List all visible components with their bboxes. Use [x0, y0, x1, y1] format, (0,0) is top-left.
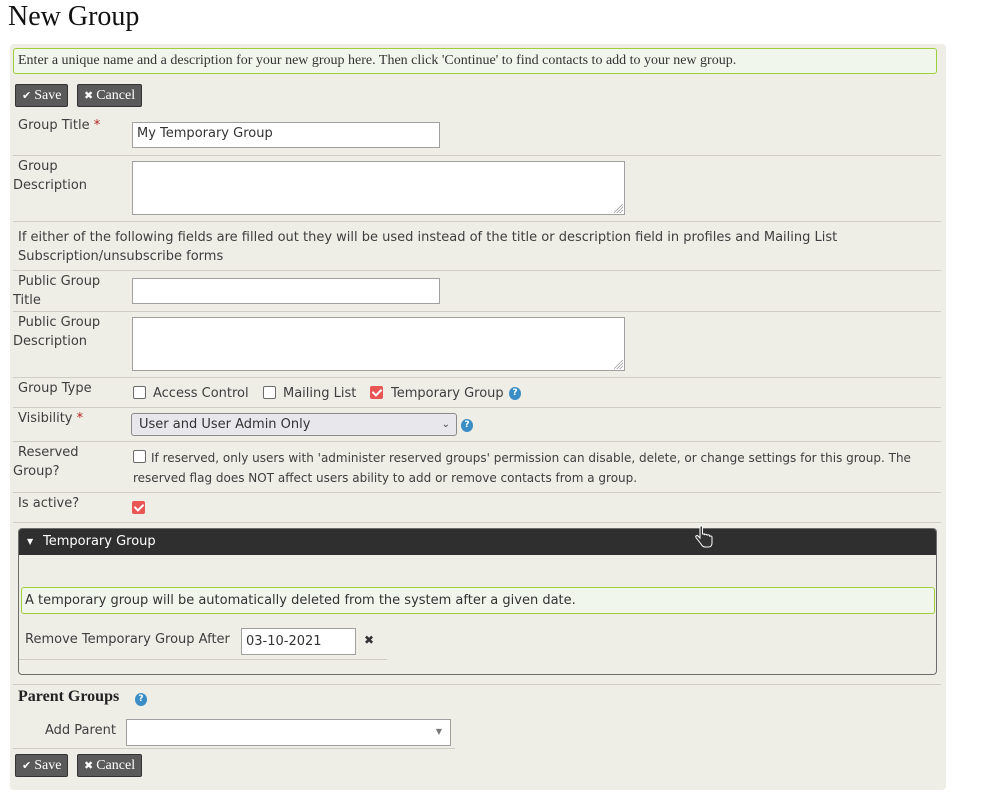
group-title-input[interactable]: My Temporary Group	[132, 122, 440, 148]
temporary-group-checkbox[interactable]	[370, 386, 383, 399]
public-description-label-1: Public Group	[18, 315, 101, 330]
public-fields-note: If either of the following fields are fi…	[18, 230, 838, 264]
remove-after-label: Remove Temporary Group After	[25, 632, 230, 647]
reserved-description-2: reserved flag does NOT affect users abil…	[133, 471, 638, 485]
reserved-description-1: If reserved, only users with 'administer…	[151, 451, 911, 465]
times-icon: ✖	[84, 759, 94, 772]
add-parent-select[interactable]: ▼	[126, 719, 451, 746]
reserved-checkbox[interactable]	[133, 450, 146, 463]
group-description-label-2: Description	[13, 178, 88, 193]
public-title-label-1: Public Group	[18, 274, 101, 289]
visibility-label: Visibility *	[18, 411, 84, 426]
remove-after-date-input[interactable]: 03-10-2021	[241, 628, 356, 655]
save-button[interactable]: ✔ Save	[15, 84, 69, 107]
help-icon[interactable]: ?	[509, 387, 521, 400]
divider	[13, 684, 941, 685]
public-title-input[interactable]	[132, 278, 440, 304]
reserved-label-1: Reserved	[18, 445, 79, 460]
divider	[13, 311, 941, 312]
mailing-list-label: Mailing List	[283, 386, 357, 401]
check-icon: ✔	[22, 759, 32, 772]
group-form: Enter a unique name and a description fo…	[10, 44, 946, 790]
access-control-label: Access Control	[153, 386, 249, 401]
help-icon[interactable]: ?	[135, 693, 147, 706]
divider	[13, 221, 941, 222]
chevron-down-icon: ▼	[435, 727, 442, 736]
chevron-down-icon: ⌄	[441, 419, 450, 430]
cancel-button-bottom[interactable]: ✖ Cancel	[77, 754, 143, 777]
caret-down-icon: ▼	[27, 537, 34, 546]
group-title-label: Group Title *	[18, 118, 101, 133]
parent-groups-title: Parent Groups	[18, 688, 120, 705]
temporary-group-help: A temporary group will be automatically …	[21, 587, 935, 614]
help-message: Enter a unique name and a description fo…	[13, 48, 937, 74]
divider	[13, 441, 941, 442]
is-active-label: Is active?	[18, 496, 80, 511]
hand-cursor-icon	[695, 525, 713, 548]
divider	[13, 407, 941, 408]
group-description-textarea[interactable]	[132, 161, 625, 215]
divider	[13, 270, 941, 271]
group-type-label: Group Type	[18, 381, 92, 396]
divider	[19, 659, 387, 660]
resize-handle[interactable]	[614, 204, 623, 213]
temporary-group-accordion: ▼ Temporary Group A temporary group will…	[18, 528, 937, 675]
page-title: New Group	[8, 1, 140, 32]
accordion-header[interactable]: ▼ Temporary Group	[19, 529, 936, 555]
group-description-label-1: Group	[18, 159, 58, 174]
temporary-group-label: Temporary Group	[391, 386, 504, 401]
visibility-select[interactable]: User and User Admin Only ⌄	[131, 413, 457, 436]
divider	[13, 492, 941, 493]
clear-date-icon[interactable]: ✖	[364, 631, 374, 650]
resize-handle[interactable]	[614, 360, 623, 369]
check-icon: ✔	[22, 89, 32, 102]
times-icon: ✖	[84, 89, 94, 102]
public-title-label-2: Title	[13, 293, 41, 308]
public-description-textarea[interactable]	[132, 317, 625, 371]
reserved-label-2: Group?	[13, 464, 60, 479]
divider	[13, 522, 941, 523]
help-icon[interactable]: ?	[461, 419, 473, 432]
divider	[13, 155, 941, 156]
cancel-button[interactable]: ✖ Cancel	[77, 84, 143, 107]
divider	[13, 748, 455, 749]
public-description-label-2: Description	[13, 334, 88, 349]
divider	[13, 377, 941, 378]
is-active-checkbox[interactable]	[132, 501, 145, 514]
add-parent-label: Add Parent	[45, 723, 116, 738]
save-button-bottom[interactable]: ✔ Save	[15, 754, 69, 777]
access-control-checkbox[interactable]	[133, 386, 146, 399]
mailing-list-checkbox[interactable]	[263, 386, 276, 399]
